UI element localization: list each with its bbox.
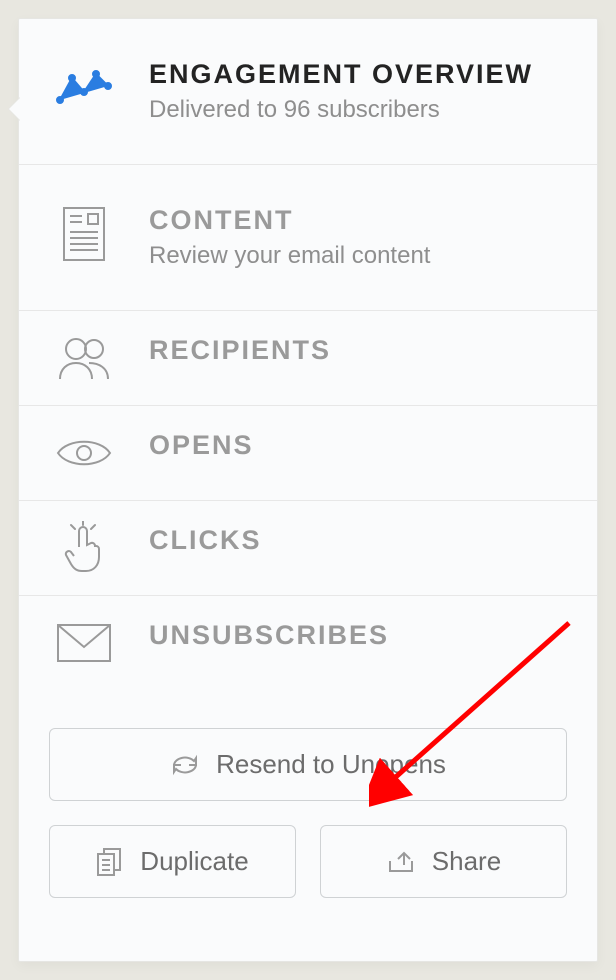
nav-title-content: CONTENT (149, 205, 561, 236)
duplicate-button[interactable]: Duplicate (49, 825, 296, 898)
nav-item-engagement[interactable]: ENGAGEMENT OVERVIEW Delivered to 96 subs… (19, 19, 597, 165)
share-label: Share (432, 846, 501, 877)
refresh-icon (170, 753, 200, 777)
resend-unopens-button[interactable]: Resend to Unopens (49, 728, 567, 801)
share-button[interactable]: Share (320, 825, 567, 898)
nav-title-recipients: RECIPIENTS (149, 335, 331, 366)
envelope-icon (55, 620, 113, 666)
eye-icon (55, 430, 113, 476)
nav-sub-engagement: Delivered to 96 subscribers (149, 96, 561, 124)
report-nav-list: ENGAGEMENT OVERVIEW Delivered to 96 subs… (19, 19, 597, 690)
share-icon (386, 849, 416, 875)
report-nav-panel: ENGAGEMENT OVERVIEW Delivered to 96 subs… (18, 18, 598, 962)
nav-title-clicks: CLICKS (149, 525, 262, 556)
nav-item-clicks[interactable]: CLICKS (19, 501, 597, 596)
active-pointer (9, 97, 21, 121)
nav-item-unsubscribes[interactable]: UNSUBSCRIBES (19, 596, 597, 690)
document-icon (55, 205, 113, 263)
nav-title-engagement: ENGAGEMENT OVERVIEW (149, 59, 561, 90)
nav-sub-content: Review your email content (149, 242, 561, 270)
duplicate-label: Duplicate (140, 846, 248, 877)
people-icon (55, 335, 113, 381)
resend-label: Resend to Unopens (216, 749, 446, 780)
hand-click-icon (55, 525, 113, 571)
line-chart-icon (55, 59, 113, 117)
nav-title-unsubscribes: UNSUBSCRIBES (149, 620, 389, 651)
nav-item-recipients[interactable]: RECIPIENTS (19, 311, 597, 406)
action-button-area: Resend to Unopens Duplicate Share (19, 690, 597, 898)
nav-item-content[interactable]: CONTENT Review your email content (19, 165, 597, 311)
nav-item-opens[interactable]: OPENS (19, 406, 597, 501)
duplicate-icon (96, 847, 124, 877)
nav-title-opens: OPENS (149, 430, 254, 461)
